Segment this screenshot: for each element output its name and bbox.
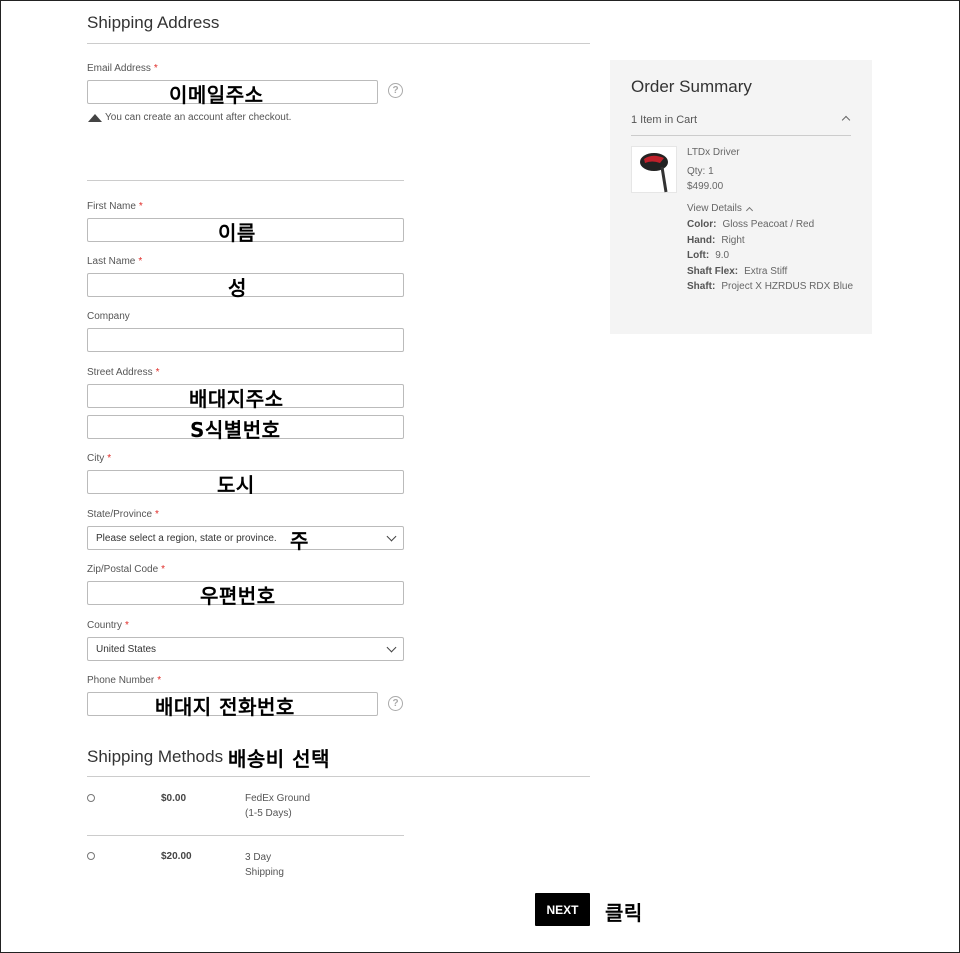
help-circle-icon[interactable]: ? xyxy=(388,696,403,711)
city-label: City * xyxy=(87,453,112,464)
email-annotation: 이메일주소 xyxy=(169,83,264,107)
email-divider xyxy=(87,180,404,181)
last-name-label: Last Name * xyxy=(87,256,143,267)
state-label: State/Province * xyxy=(87,509,159,520)
product-name: LTDx Driver xyxy=(687,147,740,158)
country-select[interactable]: United States xyxy=(87,637,404,661)
country-label: Country * xyxy=(87,620,129,631)
shipping-option-label: FedEx Ground (1-5 Days) xyxy=(245,793,311,819)
shipping-option-radio[interactable] xyxy=(87,794,95,802)
shipping-address-title: Shipping Address xyxy=(87,13,220,32)
order-summary-title: Order Summary xyxy=(631,77,752,96)
product-image xyxy=(631,146,677,193)
product-price: $499.00 xyxy=(687,181,724,192)
first-name-annotation: 이름 xyxy=(218,221,256,245)
last-name-annotation: 성 xyxy=(228,276,247,300)
detail-loft: Loft: 9.0 xyxy=(687,250,730,261)
product-qty: Qty: 1 xyxy=(687,166,714,177)
street-label: Street Address * xyxy=(87,367,160,378)
next-button[interactable]: NEXT xyxy=(535,893,590,926)
detail-shaft: Shaft: Project X HZRDUS RDX Blue xyxy=(687,281,854,292)
view-details-toggle[interactable]: View Details xyxy=(687,203,753,214)
country-select-value: United States xyxy=(96,643,157,655)
phone-label: Phone Number * xyxy=(87,675,162,686)
detail-shaft-flex: Shaft Flex: Extra Stiff xyxy=(687,266,788,277)
email-label: Email Address * xyxy=(87,63,158,74)
company-field[interactable] xyxy=(87,328,404,352)
summary-divider xyxy=(631,135,851,136)
title-divider xyxy=(87,43,590,44)
company-label: Company xyxy=(87,311,130,322)
option-divider xyxy=(87,835,404,836)
help-circle-icon[interactable]: ? xyxy=(388,83,403,98)
city-annotation: 도시 xyxy=(217,473,255,497)
state-select-value: Please select a region, state or provinc… xyxy=(96,532,277,544)
shipping-option-price: $20.00 xyxy=(161,851,192,862)
account-note: You can create an account after checkout… xyxy=(88,112,291,123)
chevron-down-icon xyxy=(386,531,397,541)
detail-hand: Hand: Right xyxy=(687,235,745,246)
chevron-down-icon xyxy=(386,642,397,652)
chevron-up-icon xyxy=(745,206,753,214)
state-annotation: 주 xyxy=(290,529,309,553)
triangle-up-icon xyxy=(88,113,102,122)
street-annotation-1: 배대지주소 xyxy=(189,387,284,411)
phone-annotation: 배대지 전화번호 xyxy=(155,695,295,719)
shipping-methods-annotation: 배송비 선택 xyxy=(228,747,330,771)
street-annotation-2: S식별번호 xyxy=(190,418,281,442)
shipping-option-price: $0.00 xyxy=(161,793,187,804)
zip-label: Zip/Postal Code * xyxy=(87,564,166,575)
zip-annotation: 우편번호 xyxy=(200,584,276,608)
state-select[interactable]: Please select a region, state or provinc… xyxy=(87,526,404,550)
shipping-option-label: 3 Day Shipping xyxy=(245,852,284,878)
cart-count[interactable]: 1 Item in Cart xyxy=(631,114,697,126)
first-name-label: First Name * xyxy=(87,201,143,212)
methods-divider xyxy=(87,776,590,777)
shipping-option-radio[interactable] xyxy=(87,852,95,860)
detail-color: Color: Gloss Peacoat / Red xyxy=(687,219,815,230)
order-summary: Order Summary 1 Item in Cart LTDx Driver… xyxy=(610,60,872,334)
next-annotation: 클릭 xyxy=(605,901,643,925)
shipping-methods-title: Shipping Methods xyxy=(87,747,224,766)
chevron-up-icon[interactable] xyxy=(841,115,851,125)
